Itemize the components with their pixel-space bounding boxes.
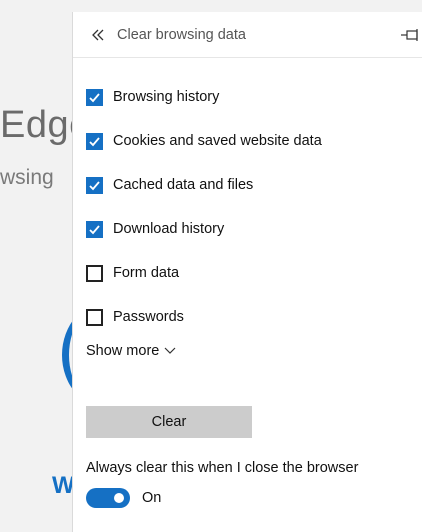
option-download-history[interactable]: Download history xyxy=(86,207,322,251)
always-clear-toggle-row: On xyxy=(86,488,161,508)
option-form-data[interactable]: Form data xyxy=(86,251,322,295)
option-browsing-history[interactable]: Browsing history xyxy=(86,75,322,119)
option-cached-data[interactable]: Cached data and files xyxy=(86,163,322,207)
show-more-label: Show more xyxy=(86,343,160,359)
clear-browsing-data-pane: Clear browsing data Browsing history Coo… xyxy=(72,12,422,532)
chevron-down-icon xyxy=(164,347,176,354)
checkbox[interactable] xyxy=(86,176,103,194)
option-label: Download history xyxy=(113,221,225,237)
pane-title: Clear browsing data xyxy=(117,26,246,43)
background-subtitle: wsing xyxy=(0,166,54,189)
checkbox[interactable] xyxy=(86,132,103,150)
option-label: Cookies and saved website data xyxy=(113,133,322,149)
options-list: Browsing history Cookies and saved websi… xyxy=(86,75,322,339)
checkbox[interactable] xyxy=(86,264,103,282)
checkmark-icon xyxy=(89,224,100,234)
always-clear-label: Always clear this when I close the brows… xyxy=(86,460,359,476)
back-button[interactable] xyxy=(85,22,111,48)
toggle-state-label: On xyxy=(142,490,162,506)
clear-button[interactable]: Clear xyxy=(86,406,252,438)
background-page: Edge wsing W xyxy=(0,0,90,532)
checkbox[interactable] xyxy=(86,220,103,238)
option-passwords[interactable]: Passwords xyxy=(86,295,322,339)
window-top-strip xyxy=(0,0,422,12)
checkbox[interactable] xyxy=(86,88,103,106)
option-label: Browsing history xyxy=(113,89,220,105)
pin-button[interactable] xyxy=(399,24,421,46)
option-label: Passwords xyxy=(113,309,184,325)
option-label: Form data xyxy=(113,265,180,281)
option-cookies[interactable]: Cookies and saved website data xyxy=(86,119,322,163)
checkmark-icon xyxy=(89,92,100,102)
checkbox[interactable] xyxy=(86,308,103,326)
show-more-link[interactable]: Show more xyxy=(86,343,176,359)
checkmark-icon xyxy=(89,180,100,190)
toggle-knob xyxy=(114,493,124,503)
double-chevron-left-icon xyxy=(92,29,104,40)
option-label: Cached data and files xyxy=(113,177,254,193)
checkmark-icon xyxy=(89,136,100,146)
always-clear-toggle[interactable] xyxy=(86,488,130,508)
pane-header: Clear browsing data xyxy=(73,12,422,58)
pin-icon xyxy=(401,29,418,41)
